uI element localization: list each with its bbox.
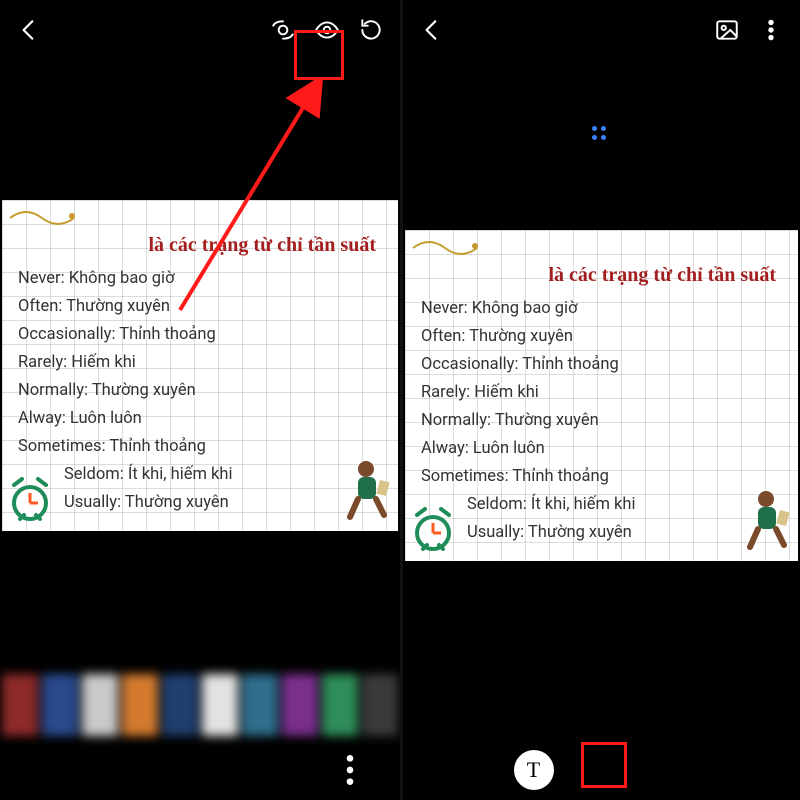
note-line: Occasionally: Thỉnh thoảng <box>18 321 382 349</box>
left-topbar <box>0 0 400 60</box>
note-line: Often: Thường xuyên <box>18 293 382 321</box>
right-screenshot: là các trạng từ chỉ tần suất Never: Khôn… <box>400 0 800 800</box>
note-image: là các trạng từ chỉ tần suất Never: Khôn… <box>2 200 398 531</box>
alarm-clock-icon <box>409 505 457 553</box>
corner-decoration-icon <box>411 236 481 260</box>
pencil-icon[interactable] <box>105 750 145 790</box>
note-line: Never: Không bao giờ <box>421 295 782 323</box>
share-icon[interactable] <box>180 750 220 790</box>
left-bottom-toolbar <box>0 740 400 800</box>
note-image: là các trạng từ chỉ tần suất Never: Khôn… <box>405 230 798 561</box>
more-icon[interactable] <box>758 17 784 43</box>
back-icon[interactable] <box>16 17 42 43</box>
trash-icon[interactable] <box>255 750 295 790</box>
left-image-viewer[interactable]: là các trạng từ chỉ tần suất Never: Khôn… <box>0 60 400 740</box>
note-line: Usually: Thường xuyên <box>18 489 382 517</box>
note-line: Often: Thường xuyên <box>421 323 782 351</box>
note-line: Alway: Luôn luôn <box>421 435 782 463</box>
right-bottom-toolbar: T <box>403 740 800 800</box>
note-line: Never: Không bao giờ <box>18 265 382 293</box>
person-running-icon <box>738 489 794 553</box>
search-icon[interactable] <box>582 750 622 790</box>
alarm-clock-icon <box>6 475 54 523</box>
note-line: Rarely: Hiếm khi <box>421 379 782 407</box>
eye-icon[interactable] <box>314 17 340 43</box>
corner-decoration-icon <box>8 206 78 230</box>
bixby-vision-icon[interactable] <box>270 17 296 43</box>
rotate-icon[interactable] <box>358 17 384 43</box>
note-line: Sometimes: Thỉnh thoảng <box>18 433 382 461</box>
heart-icon[interactable] <box>30 750 70 790</box>
note-title: là các trạng từ chỉ tần suất <box>421 264 782 287</box>
thumbnail-strip[interactable] <box>0 670 400 740</box>
mic-icon[interactable] <box>650 750 690 790</box>
note-line: Seldom: Ít khi, hiếm khi <box>421 491 782 519</box>
right-image-viewer[interactable]: là các trạng từ chỉ tần suất Never: Khôn… <box>403 60 800 740</box>
more-icon[interactable] <box>330 750 370 790</box>
note-line: Normally: Thường xuyên <box>18 377 382 405</box>
note-line: Rarely: Hiếm khi <box>18 349 382 377</box>
right-topbar <box>403 0 800 60</box>
note-title: là các trạng từ chỉ tần suất <box>18 234 382 257</box>
note-line: Seldom: Ít khi, hiếm khi <box>18 461 382 489</box>
note-line: Occasionally: Thỉnh thoảng <box>421 351 782 379</box>
note-line: Normally: Thường xuyên <box>421 407 782 435</box>
gallery-icon[interactable] <box>714 17 740 43</box>
left-screenshot: là các trạng từ chỉ tần suất Never: Khôn… <box>0 0 400 800</box>
text-tool-icon[interactable]: T <box>514 750 554 790</box>
note-line: Sometimes: Thỉnh thoảng <box>421 463 782 491</box>
note-line: Usually: Thường xuyên <box>421 519 782 547</box>
back-icon[interactable] <box>419 17 445 43</box>
note-line: Alway: Luôn luôn <box>18 405 382 433</box>
person-running-icon <box>338 459 394 523</box>
